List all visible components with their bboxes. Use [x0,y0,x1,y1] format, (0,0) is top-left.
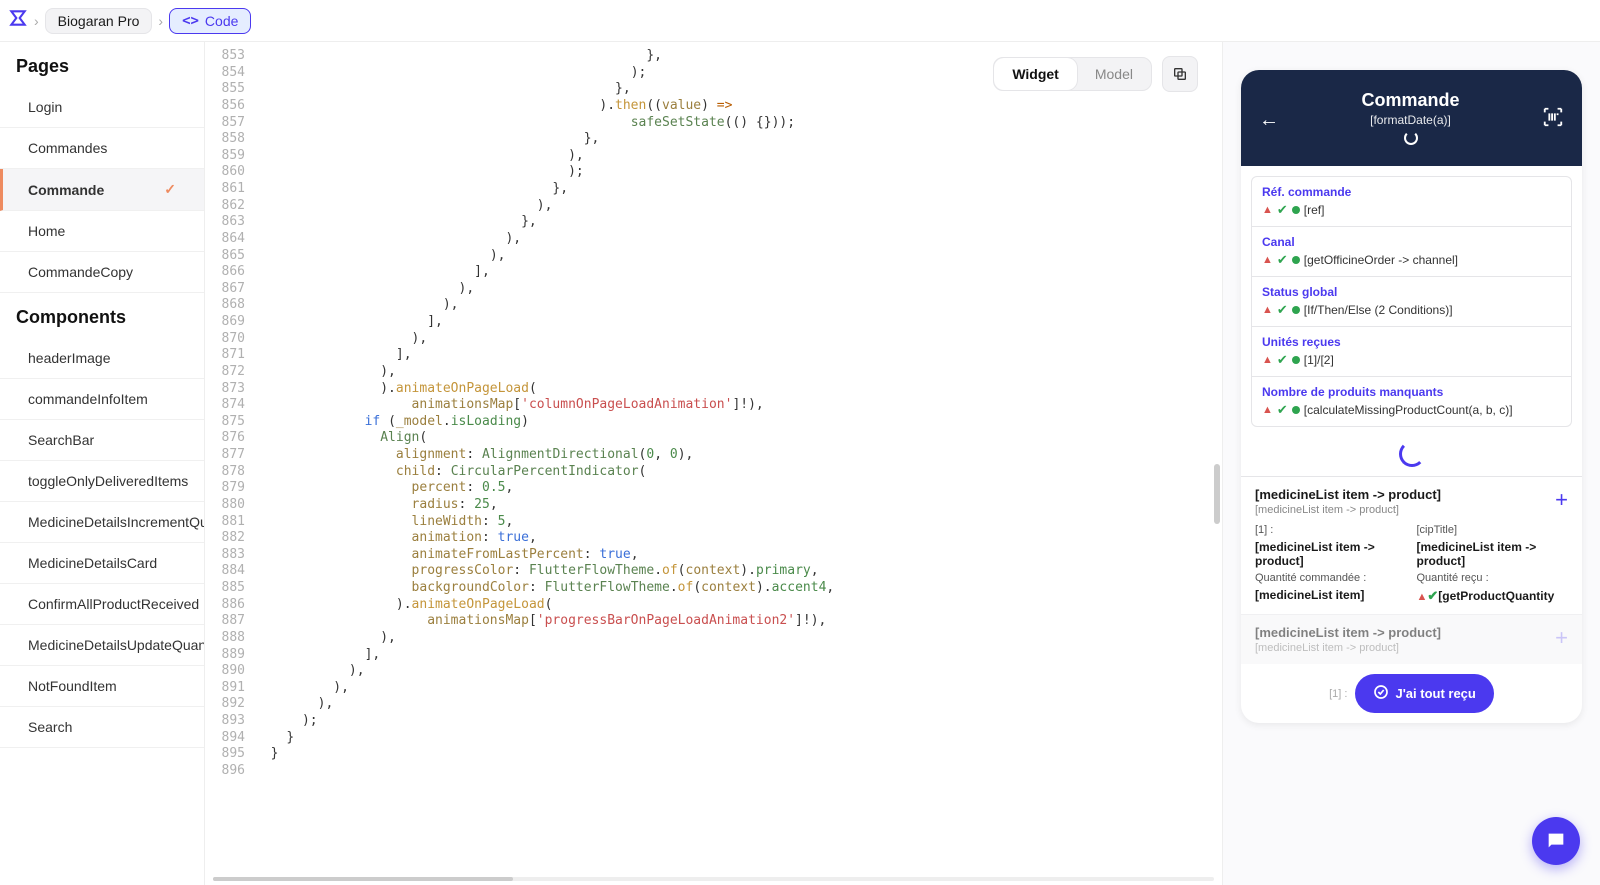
plus-icon[interactable]: + [1555,487,1568,513]
breadcrumb-project[interactable]: Biogaran Pro [45,8,153,34]
component-item[interactable]: ConfirmAllProductReceived [0,584,204,625]
check-circle-icon [1373,684,1389,703]
app-logo-icon[interactable] [8,8,28,34]
line-gutter: 8538548558568578588598608618628638648658… [205,42,255,885]
check-icon: ✔ [1277,202,1288,218]
editor-toolbar: Widget Model [993,56,1198,92]
component-item[interactable]: headerImage [0,338,204,379]
status-dot-icon [1292,406,1300,414]
component-item[interactable]: Search [0,707,204,748]
chevron-icon: › [34,13,39,29]
component-item[interactable]: MedicineDetailsIncrementQuantity [0,502,204,543]
sidebar: Pages LoginCommandesCommande✓HomeCommand… [0,42,205,885]
component-item[interactable]: NotFoundItem [0,666,204,707]
warning-icon: ▲ [1262,404,1273,416]
check-icon: ✔ [1277,252,1288,268]
info-card: Nombre de produits manquants▲✔[calculate… [1251,377,1572,427]
bottom-small-text: [1] : [1329,688,1347,700]
component-item[interactable]: commandeInfoItem [0,379,204,420]
status-dot-icon [1292,306,1300,314]
medicine-sub: [medicineList item -> product] [1255,504,1441,516]
info-stack: Réf. commande▲✔[ref]Canal▲✔[getOfficineO… [1241,166,1582,437]
page-item[interactable]: Commande✓ [0,169,204,211]
component-item[interactable]: toggleOnlyDeliveredItems [0,461,204,502]
info-card: Réf. commande▲✔[ref] [1251,176,1572,227]
warning-icon: ▲ [1262,354,1273,366]
components-section-title: Components [0,293,204,338]
check-icon: ✓ [164,181,176,198]
check-icon: ✔ [1277,402,1288,418]
breadcrumb-code[interactable]: <> Code [169,8,251,34]
widget-model-toggle[interactable]: Widget Model [993,57,1152,91]
medicine-sub: [medicineList item -> product] [1255,642,1441,654]
component-item[interactable]: MedicineDetailsCard [0,543,204,584]
loading-spinner-icon [1404,131,1418,145]
warning-icon: ▲ [1262,204,1273,216]
code-editor[interactable]: 8538548558568578588598608618628638648658… [205,42,1222,885]
page-item[interactable]: Home [0,211,204,252]
code-icon: <> [182,13,199,29]
info-card: Canal▲✔[getOfficineOrder -> channel] [1251,227,1572,277]
copy-button[interactable] [1162,56,1198,92]
chat-bubble-icon[interactable] [1532,817,1580,865]
medicine-name: [medicineList item -> product] [1255,487,1441,502]
bottom-bar: [1] : J'ai tout reçu [1241,664,1582,723]
breadcrumb-code-label: Code [205,13,238,29]
phone-subtitle: [formatDate(a)] [1289,113,1532,127]
horizontal-scrollbar[interactable] [213,877,1214,881]
barcode-icon[interactable] [1542,106,1564,134]
check-icon: ✔ [1277,352,1288,368]
plus-icon[interactable]: + [1555,625,1568,651]
page-item[interactable]: Commandes [0,128,204,169]
back-arrow-icon[interactable]: ← [1259,109,1279,132]
status-dot-icon [1292,356,1300,364]
vertical-scrollbar[interactable] [1214,464,1220,524]
code-content[interactable]: }, ); }, ).then((value) => [255,42,1222,885]
top-bar: › Biogaran Pro › <> Code [0,0,1600,42]
component-item[interactable]: MedicineDetailsUpdateQuantity [0,625,204,666]
pages-section-title: Pages [0,42,204,87]
phone-title: Commande [1289,90,1532,111]
info-card: Status global▲✔[If/Then/Else (2 Conditio… [1251,277,1572,327]
component-item[interactable]: SearchBar [0,420,204,461]
page-item[interactable]: CommandeCopy [0,252,204,293]
toggle-model[interactable]: Model [1077,58,1151,90]
received-all-button[interactable]: J'ai tout reçu [1355,674,1493,713]
toggle-widget[interactable]: Widget [994,58,1077,90]
status-dot-icon [1292,256,1300,264]
medicine-card-faded[interactable]: [medicineList item -> product] [medicine… [1241,614,1582,664]
check-icon: ✔ [1277,302,1288,318]
medicine-name: [medicineList item -> product] [1255,625,1441,640]
chevron-icon: › [158,13,163,29]
warning-icon: ▲ [1262,304,1273,316]
phone-preview: ← Commande [formatDate(a)] Réf. commande… [1241,70,1582,723]
medicine-card[interactable]: [medicineList item -> product] [medicine… [1241,476,1582,614]
warning-icon: ▲ [1262,254,1273,266]
info-card: Unités reçues▲✔[1]/[2] [1251,327,1572,377]
page-item[interactable]: Login [0,87,204,128]
phone-header: ← Commande [formatDate(a)] [1241,70,1582,166]
status-dot-icon [1292,206,1300,214]
preview-panel: ← Commande [formatDate(a)] Réf. commande… [1222,42,1600,885]
loading-indicator [1241,437,1582,476]
